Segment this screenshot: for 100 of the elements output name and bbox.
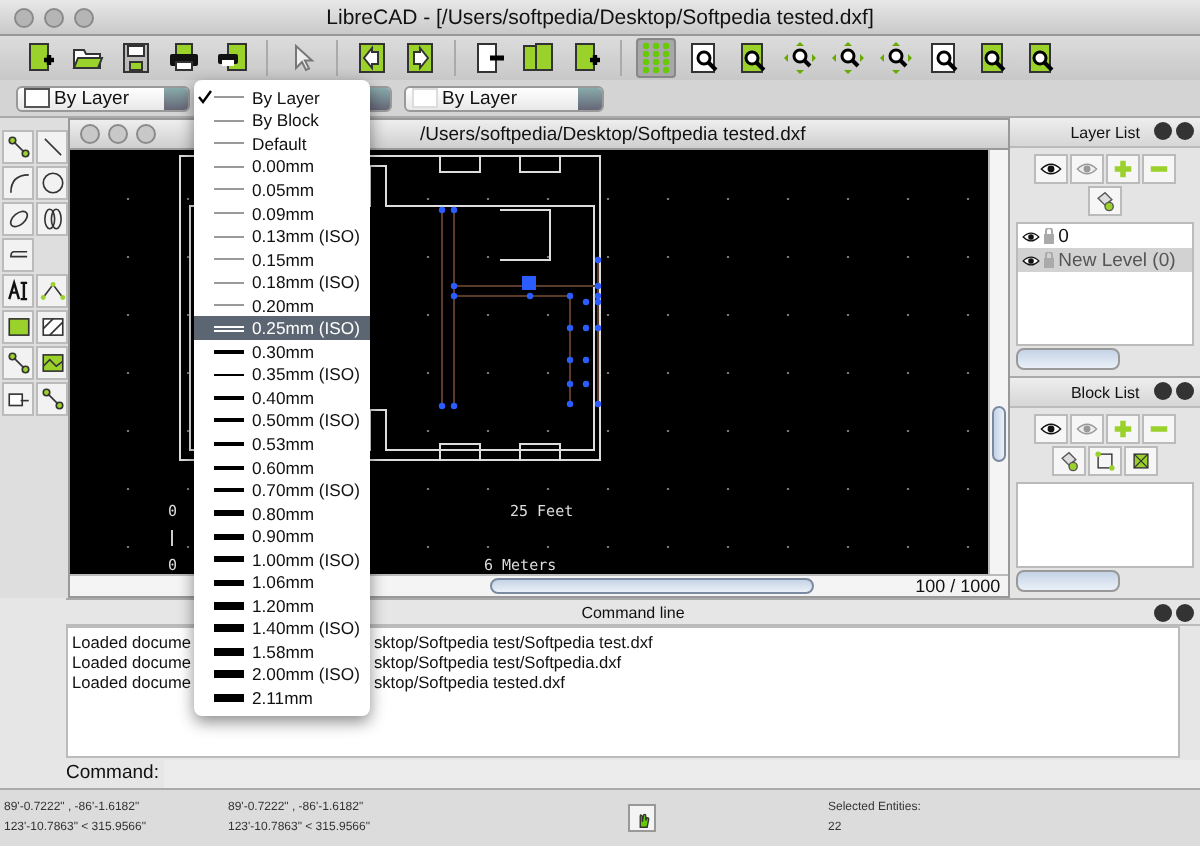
hide-all-icon[interactable]	[1076, 158, 1099, 180]
text-icon[interactable]	[5, 278, 31, 304]
menu-item[interactable]: 1.58mm	[194, 640, 370, 664]
zoom-page-icon[interactable]	[736, 42, 768, 74]
line-sample-icon	[214, 418, 244, 423]
log-text: sktop/Softpedia test/Softpedia.dxf	[374, 652, 622, 672]
hide-all-icon[interactable]	[1076, 418, 1099, 440]
color-combo[interactable]: By Layer	[16, 85, 190, 111]
image-icon[interactable]	[39, 350, 65, 376]
zoom-document-icon[interactable]	[688, 42, 720, 74]
arc-icon[interactable]	[5, 170, 31, 196]
close-button[interactable]	[1176, 604, 1194, 622]
menu-item[interactable]: 1.40mm (ISO)	[194, 617, 370, 641]
block-icon[interactable]	[5, 314, 31, 340]
line-type-combo[interactable]: By Layer	[404, 85, 604, 111]
menu-item[interactable]: 0.15mm	[194, 247, 370, 271]
print-icon[interactable]	[168, 42, 200, 74]
menu-item[interactable]: 0.00mm	[194, 155, 370, 179]
line-sample-icon	[214, 670, 244, 679]
horizontal-scrollbar[interactable]	[1016, 348, 1121, 370]
show-all-icon[interactable]	[1040, 418, 1063, 440]
close-button[interactable]	[1176, 382, 1194, 400]
print-preview-icon[interactable]	[216, 42, 248, 74]
window-close-button[interactable]	[14, 7, 34, 27]
zoom-previous-icon[interactable]	[928, 42, 960, 74]
menu-item[interactable]: 0.09mm	[194, 201, 370, 225]
new-document-icon[interactable]	[24, 42, 56, 74]
window-minimize-button[interactable]	[108, 124, 128, 144]
create-block-icon[interactable]	[1094, 450, 1117, 472]
line-sample-icon	[214, 396, 244, 400]
zoom-window-icon[interactable]	[976, 42, 1008, 74]
menu-item[interactable]: 1.00mm (ISO)	[194, 547, 370, 571]
line-sample-icon	[214, 188, 244, 191]
action-button[interactable]	[628, 804, 656, 832]
menu-item[interactable]: 0.20mm	[194, 293, 370, 317]
menu-item[interactable]: 2.00mm (ISO)	[194, 663, 370, 687]
menu-item[interactable]: 0.35mm (ISO)	[194, 363, 370, 387]
menu-item[interactable]: Default	[194, 132, 370, 156]
window-close-button[interactable]	[80, 124, 100, 144]
dimension-icon[interactable]	[39, 278, 65, 304]
menu-item[interactable]: 0.90mm	[194, 524, 370, 548]
line-sample-icon	[214, 304, 244, 307]
menu-item[interactable]: 0.30mm	[194, 340, 370, 364]
menu-item[interactable]: 0.05mm	[194, 178, 370, 202]
line-icon[interactable]	[39, 134, 65, 160]
menu-item[interactable]: 0.40mm	[194, 386, 370, 410]
zoom-in-icon[interactable]	[784, 42, 816, 74]
horizontal-scrollbar[interactable]	[1016, 570, 1121, 592]
vertical-scrollbar[interactable]	[988, 150, 1009, 574]
window-zoom-button[interactable]	[74, 7, 94, 27]
remove-page-icon[interactable]	[474, 42, 506, 74]
ellipse-icon[interactable]	[5, 206, 31, 232]
circle-icon[interactable]	[39, 170, 65, 196]
float-button[interactable]	[1154, 382, 1172, 400]
hatch-icon[interactable]	[39, 314, 65, 340]
layer-name[interactable]: 0	[1058, 225, 1069, 247]
window-zoom-button[interactable]	[136, 124, 156, 144]
menu-item[interactable]: 0.18mm (ISO)	[194, 270, 370, 294]
menu-item[interactable]: 0.50mm (ISO)	[194, 409, 370, 433]
spline-icon[interactable]	[39, 206, 65, 232]
eye-icon[interactable]	[1022, 227, 1041, 245]
next-document-icon[interactable]	[404, 42, 436, 74]
show-all-icon[interactable]	[1040, 158, 1063, 180]
menu-item[interactable]: 0.25mm (ISO)	[194, 316, 370, 341]
line-sample-icon	[214, 465, 244, 470]
zoom-out-icon[interactable]	[832, 42, 864, 74]
save-icon[interactable]	[120, 42, 152, 74]
line-sample-icon	[214, 212, 244, 214]
menu-item[interactable]: By Layer	[194, 86, 370, 110]
line-sample-icon	[214, 373, 244, 377]
line-sample-icon	[214, 601, 244, 610]
pages-icon[interactable]	[522, 42, 554, 74]
zoom-fit-icon[interactable]	[880, 42, 912, 74]
eye-icon[interactable]	[1022, 251, 1041, 269]
command-input[interactable]	[164, 759, 1200, 787]
grid-toggle[interactable]	[636, 38, 676, 78]
menu-item[interactable]: 0.60mm	[194, 455, 370, 479]
close-button[interactable]	[1176, 122, 1194, 140]
float-button[interactable]	[1154, 122, 1172, 140]
menu-item[interactable]: 2.11mm	[194, 686, 370, 710]
window-minimize-button[interactable]	[44, 7, 64, 27]
add-page-icon[interactable]	[570, 42, 602, 74]
menu-item[interactable]: 0.80mm	[194, 501, 370, 525]
menu-item[interactable]: 1.06mm	[194, 570, 370, 595]
menu-item[interactable]: By Block	[194, 109, 370, 133]
menu-item[interactable]: 0.53mm	[194, 432, 370, 456]
menu-item[interactable]: 1.20mm	[194, 594, 370, 618]
info-icon[interactable]	[39, 386, 65, 412]
menu-item[interactable]: 0.70mm (ISO)	[194, 478, 370, 502]
menu-item[interactable]: 0.13mm (ISO)	[194, 224, 370, 248]
zoom-pan-icon[interactable]	[1024, 42, 1056, 74]
float-button[interactable]	[1154, 604, 1172, 622]
insert-block-icon[interactable]	[1130, 450, 1153, 472]
edit-icon[interactable]	[1094, 190, 1117, 212]
previous-document-icon[interactable]	[356, 42, 388, 74]
snap-icon[interactable]	[5, 134, 31, 160]
modify-icon[interactable]	[5, 350, 31, 376]
edit-icon[interactable]	[1058, 450, 1081, 472]
log-text: Loaded docume	[72, 672, 192, 692]
line-sample-icon	[214, 624, 244, 633]
